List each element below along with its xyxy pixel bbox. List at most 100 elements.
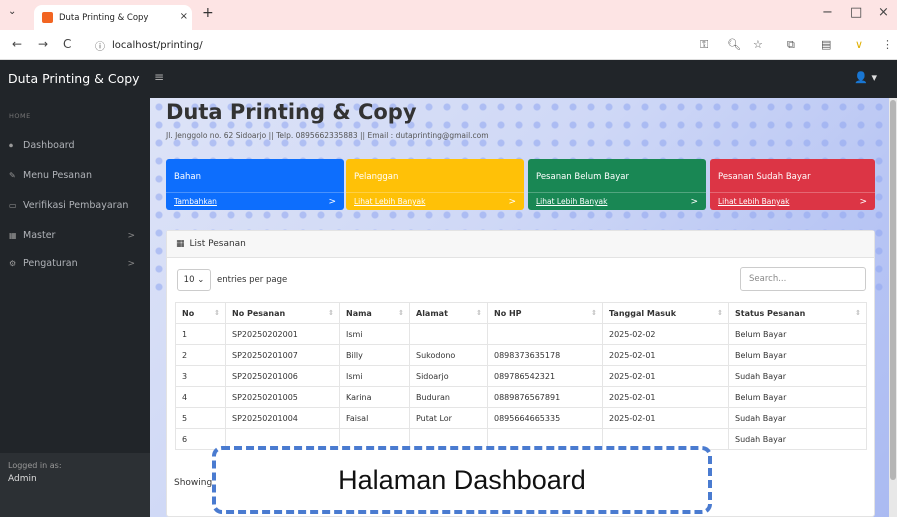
card-link[interactable]: Tambahkan bbox=[174, 197, 217, 206]
bookmark-star-icon[interactable]: ☆ bbox=[753, 38, 763, 51]
card-footer[interactable]: Lihat Lebih Banyak > bbox=[710, 192, 875, 210]
table-cell: Sidoarjo bbox=[409, 365, 488, 387]
sort-icon: ⇕ bbox=[717, 308, 723, 317]
card-link[interactable]: Lihat Lebih Banyak bbox=[718, 197, 789, 206]
password-key-icon[interactable]: ⚿ bbox=[700, 38, 708, 52]
table-cell: Billy bbox=[339, 344, 410, 366]
app-brand[interactable]: Duta Printing & Copy bbox=[8, 71, 140, 86]
favicon-icon bbox=[42, 12, 53, 23]
table-cell bbox=[409, 323, 488, 345]
panel-header: ▦ List Pesanan bbox=[167, 231, 874, 258]
showing-info: Showing bbox=[174, 478, 213, 488]
sidebar-item-verifikasi[interactable]: ▭ Verifikasi Pembayaran bbox=[9, 200, 139, 211]
address-bar-area: ← → C ⓘ localhost/printing/ ⚿ 🔍︎ ☆ ⧉ ▤ ∨… bbox=[0, 30, 897, 60]
chevron-right-icon: > bbox=[127, 258, 135, 269]
sidebar-item-dashboard[interactable]: ⏺ Dashboard bbox=[9, 140, 139, 151]
table-cell: 0895664665335 bbox=[487, 407, 603, 429]
card-footer[interactable]: Lihat Lebih Banyak > bbox=[528, 192, 706, 210]
table-cell: 0889876567891 bbox=[487, 386, 603, 408]
browser-tab[interactable]: Duta Printing & Copy × bbox=[34, 5, 192, 30]
tab-close-icon[interactable]: × bbox=[180, 11, 188, 22]
search-input[interactable]: Search... bbox=[740, 267, 866, 291]
profile-icon[interactable]: ∨ bbox=[855, 38, 863, 51]
table-cell: Putat Lor bbox=[409, 407, 488, 429]
table-cell: Belum Bayar bbox=[728, 344, 867, 366]
logged-in-label: Logged in as: bbox=[8, 461, 62, 470]
panel-title: List Pesanan bbox=[189, 239, 246, 249]
column-header[interactable]: Alamat ⇕ bbox=[409, 302, 488, 324]
back-button[interactable]: ← bbox=[12, 37, 22, 51]
orders-table: No ⇕ No Pesanan ⇕ Nama ⇕ Alamat ⇕ No HP ⇕ Tan… bbox=[175, 302, 867, 450]
table-cell: 2025-02-01 bbox=[602, 344, 729, 366]
entries-select[interactable]: 10 ⌄ bbox=[177, 269, 211, 291]
sidebar-item-label: Pengaturan bbox=[23, 258, 78, 269]
table-cell: 0898373635178 bbox=[487, 344, 603, 366]
page-scrollbar[interactable] bbox=[889, 98, 897, 517]
table-row: 5 SP20250201004 Faisal Putat Lor 08956646653… bbox=[175, 407, 867, 429]
column-header[interactable]: No Pesanan ⇕ bbox=[225, 302, 340, 324]
caption-label: Halaman Dashboard bbox=[212, 446, 712, 514]
page-title: Duta Printing & Copy bbox=[166, 100, 417, 124]
minimize-button[interactable]: − bbox=[822, 5, 833, 20]
entries-label: entries per page bbox=[217, 275, 288, 285]
table-cell: Karina bbox=[339, 386, 410, 408]
table-cell: Buduran bbox=[409, 386, 488, 408]
close-window-button[interactable]: × bbox=[878, 5, 889, 20]
column-header[interactable]: Nama ⇕ bbox=[339, 302, 410, 324]
column-header[interactable]: Tanggal Masuk ⇕ bbox=[602, 302, 729, 324]
sidebar-footer: Logged in as: Admin bbox=[0, 453, 150, 517]
card-link[interactable]: Lihat Lebih Banyak bbox=[536, 197, 607, 206]
zoom-icon[interactable]: 🔍︎ bbox=[727, 38, 741, 51]
translate-icon[interactable]: ▤ bbox=[821, 38, 831, 51]
column-header[interactable]: No HP ⇕ bbox=[487, 302, 603, 324]
user-menu-icon[interactable]: 👤 ▾ bbox=[854, 71, 877, 84]
logged-in-user: Admin bbox=[8, 474, 37, 484]
table-cell: Sukodono bbox=[409, 344, 488, 366]
table-cell: Sudah Bayar bbox=[728, 365, 867, 387]
browser-menu-icon[interactable]: ⋮ bbox=[882, 38, 893, 51]
card-icon: ▭ bbox=[9, 201, 17, 210]
sort-icon: ⇕ bbox=[328, 308, 334, 317]
company-address: Jl. Jenggolo no. 62 Sidoarjo || Telp. 08… bbox=[166, 131, 489, 140]
sidebar-item-label: Dashboard bbox=[23, 140, 75, 151]
sort-icon: ⇕ bbox=[214, 308, 220, 317]
site-info-icon[interactable]: ⓘ bbox=[95, 38, 105, 53]
sidebar-item-label: Master bbox=[23, 230, 56, 241]
table-cell: 2025-02-01 bbox=[602, 386, 729, 408]
table-icon: ▦ bbox=[9, 231, 17, 240]
card-footer[interactable]: Tambahkan > bbox=[166, 192, 344, 210]
card-title: Pesanan Sudah Bayar bbox=[718, 172, 811, 182]
card-link[interactable]: Lihat Lebih Banyak bbox=[354, 197, 425, 206]
sidebar-item-label: Verifikasi Pembayaran bbox=[23, 200, 129, 211]
extensions-icon[interactable]: ⧉ bbox=[787, 38, 795, 52]
new-tab-button[interactable]: + bbox=[202, 5, 214, 21]
table-cell: Belum Bayar bbox=[728, 323, 867, 345]
url-bar[interactable]: ⓘ localhost/printing/ bbox=[95, 35, 695, 56]
table-row: 2 SP20250201007 Billy Sukodono 0898373635178… bbox=[175, 344, 867, 366]
column-header[interactable]: No ⇕ bbox=[175, 302, 226, 324]
sidebar-toggle-icon[interactable]: ≡ bbox=[154, 70, 164, 84]
sidebar-heading: HOME bbox=[9, 112, 31, 120]
column-header[interactable]: Status Pesanan ⇕ bbox=[728, 302, 867, 324]
scrollbar-thumb[interactable] bbox=[890, 100, 896, 480]
table-cell: Ismi bbox=[339, 365, 410, 387]
card-footer[interactable]: Lihat Lebih Banyak > bbox=[346, 192, 524, 210]
chevron-right-icon: > bbox=[859, 196, 867, 207]
entries-control: 10 ⌄ entries per page bbox=[177, 269, 287, 291]
table-header-row: No ⇕ No Pesanan ⇕ Nama ⇕ Alamat ⇕ No HP ⇕ Tan… bbox=[175, 302, 867, 324]
table-cell: SP20250201006 bbox=[225, 365, 340, 387]
forward-button[interactable]: → bbox=[38, 37, 48, 51]
reload-button[interactable]: C bbox=[63, 37, 71, 51]
sidebar-item-master[interactable]: ▦ Master > bbox=[9, 230, 139, 241]
table-cell: 1 bbox=[175, 323, 226, 345]
sort-icon: ⇕ bbox=[855, 308, 861, 317]
card-title: Pelanggan bbox=[354, 172, 399, 182]
table-cell: SP20250201007 bbox=[225, 344, 340, 366]
maximize-button[interactable]: □ bbox=[850, 5, 862, 20]
table-cell: Sudah Bayar bbox=[728, 428, 867, 450]
sort-icon: ⇕ bbox=[398, 308, 404, 317]
tab-search-button[interactable]: ⌄ bbox=[8, 6, 16, 17]
sidebar-item-menu-pesanan[interactable]: ✎ Menu Pesanan bbox=[9, 170, 139, 181]
sidebar-item-pengaturan[interactable]: ⚙ Pengaturan > bbox=[9, 258, 139, 269]
table-cell: 4 bbox=[175, 386, 226, 408]
